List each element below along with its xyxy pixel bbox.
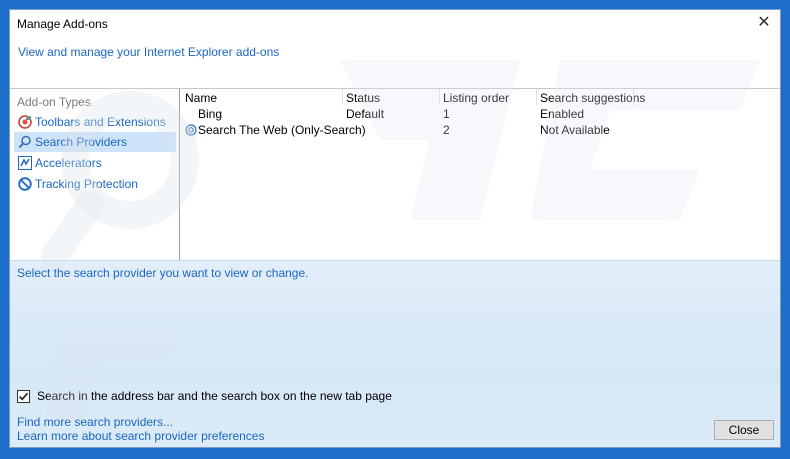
sidebar-item-label: Search Providers (35, 135, 128, 149)
window-title: Manage Add-ons (17, 17, 108, 31)
sidebar-item-label: Tracking Protection (35, 177, 138, 191)
header-description: View and manage your Internet Explorer a… (18, 45, 280, 59)
table-row[interactable]: Search The Web (Only-Search) 2 Not Avail… (181, 122, 780, 138)
window-close-icon[interactable]: ✕ (754, 13, 774, 33)
provider-name: Search The Web (Only-Search) (198, 123, 366, 137)
provider-status: Default (346, 107, 385, 121)
address-bar-search-option[interactable]: Search in the address bar and the search… (17, 389, 392, 403)
provider-suggestions: Not Available (540, 123, 610, 137)
title-bar: Manage Add-ons ✕ (10, 10, 780, 38)
sidebar-item-tracking-protection[interactable]: Tracking Protection (14, 174, 176, 194)
close-button[interactable]: Close (714, 420, 774, 440)
search-icon (18, 135, 31, 149)
provider-order: 2 (443, 123, 450, 137)
search-providers-list: Name Status Listing order Search suggest… (181, 89, 780, 260)
column-header-name[interactable]: Name (185, 89, 217, 107)
provider-globe-icon (185, 124, 197, 136)
sidebar-heading: Add-on Types (17, 95, 91, 109)
provider-name: Bing (198, 107, 223, 121)
sidebar-item-label: Accelerators (35, 156, 102, 170)
manage-addons-window: Manage Add-ons ✕ View and manage your In… (9, 9, 781, 448)
sidebar-item-label: Toolbars and Extensions (35, 115, 166, 129)
column-header-status[interactable]: Status (346, 89, 380, 107)
learn-more-preferences-link[interactable]: Learn more about search provider prefere… (17, 429, 264, 443)
tracking-protection-icon (18, 177, 32, 191)
column-divider (439, 89, 440, 105)
details-hint: Select the search provider you want to v… (17, 266, 309, 280)
find-more-providers-link[interactable]: Find more search providers... (17, 415, 173, 429)
provider-order: 1 (443, 107, 450, 121)
column-divider (633, 89, 634, 105)
column-header-search-suggestions[interactable]: Search suggestions (540, 89, 645, 107)
accelerator-icon (18, 156, 32, 170)
sidebar-item-toolbars-extensions[interactable]: Toolbars and Extensions (14, 112, 176, 132)
checkmark-icon (18, 392, 29, 400)
address-bar-search-label: Search in the address bar and the search… (37, 389, 392, 403)
provider-suggestions: Enabled (540, 107, 585, 121)
sidebar-item-accelerators[interactable]: Accelerators (14, 153, 176, 173)
table-row[interactable]: Bing Default 1 Enabled (181, 106, 780, 122)
column-divider (342, 89, 343, 105)
details-pane: Select the search provider you want to v… (10, 260, 780, 447)
column-divider (536, 89, 537, 105)
sidebar-item-search-providers[interactable]: Search Providers (14, 132, 176, 152)
addon-types-sidebar: Add-on Types Toolbars and Extensions Sea… (10, 89, 180, 260)
column-header-listing-order[interactable]: Listing order (443, 89, 509, 107)
toolbar-extensions-icon (18, 115, 32, 129)
address-bar-search-checkbox[interactable] (17, 389, 30, 403)
